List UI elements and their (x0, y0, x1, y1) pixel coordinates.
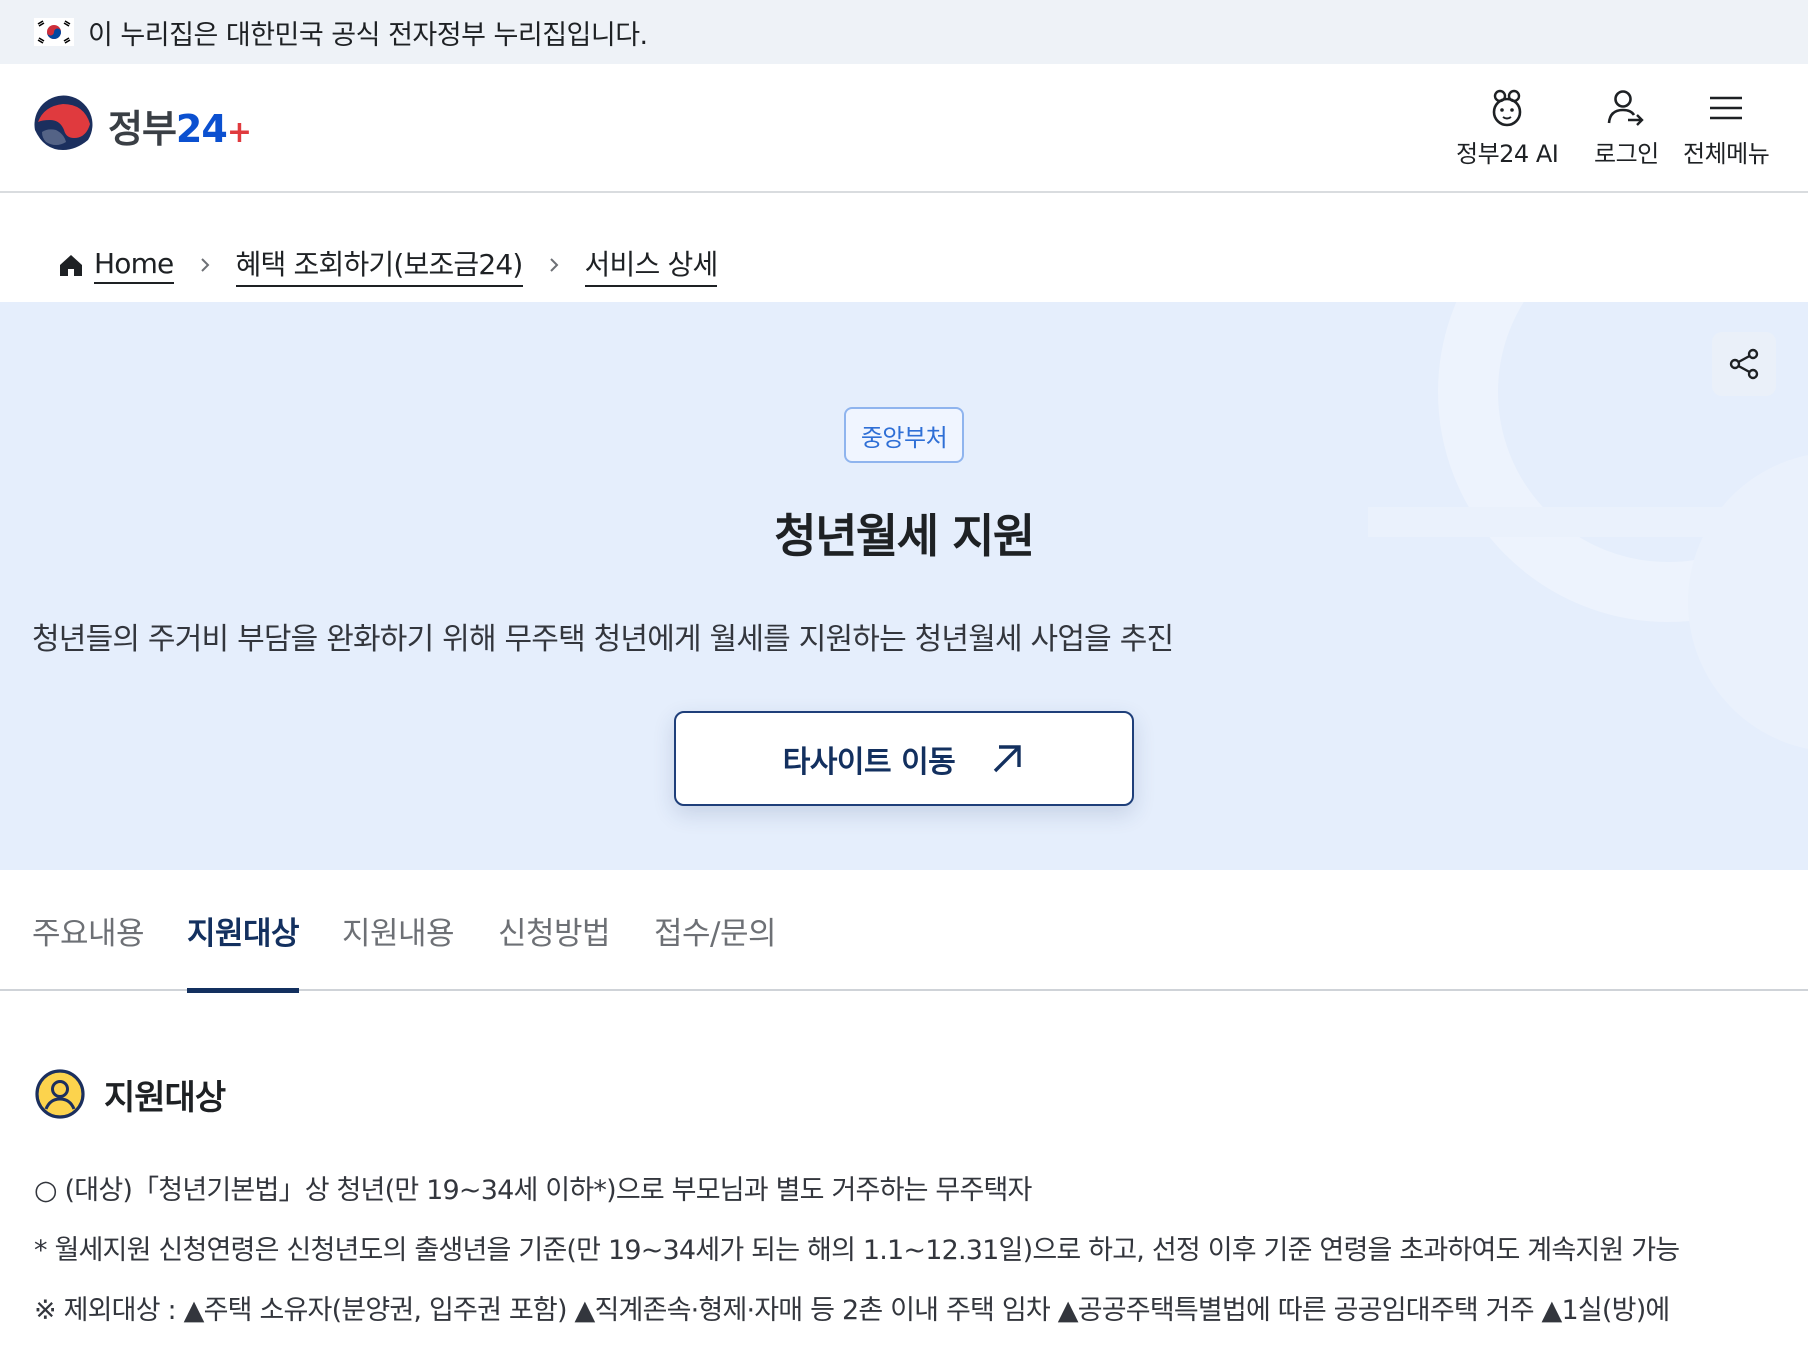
service-title: 청년월세 지원 (774, 509, 1035, 563)
breadcrumb-home[interactable]: Home (94, 247, 174, 284)
logo-text: 정부24+ (108, 106, 252, 151)
share-button[interactable] (1712, 332, 1776, 396)
breadcrumb-benefits[interactable]: 혜택 조회하기(보조금24) (235, 243, 523, 287)
eligibility-line: * 월세지원 신청연령은 신청년도의 출생년을 기준(만 19~34세가 되는 … (34, 1235, 1680, 1266)
all-menu-label: 전체메뉴 (1683, 140, 1770, 168)
detail-tabs: 주요내용 지원대상 지원내용 신청방법 접수/문의 (0, 870, 1808, 993)
tab-eligibility[interactable]: 지원대상 (187, 870, 300, 993)
breadcrumb-service-detail[interactable]: 서비스 상세 (584, 243, 718, 287)
eligibility-line: ○ (대상)「청년기본법」상 청년(만 19~34세 이하*)으로 부모님과 별… (34, 1175, 1032, 1206)
gov-banner: 이 누리집은 대한민국 공식 전자정부 누리집입니다. (0, 0, 1808, 64)
home-icon (60, 255, 82, 276)
external-site-button-label: 타사이트 이동 (782, 744, 956, 780)
service-description: 청년들의 주거비 부담을 완화하기 위해 무주택 청년에게 월세를 지원하는 청… (32, 622, 1174, 657)
tab-how-to-apply[interactable]: 신청방법 (498, 870, 611, 991)
agency-badge: 중앙부처 (844, 407, 964, 463)
site-header: 정부24+ 정부24 AI 로그인 전체메뉴 (0, 64, 1808, 193)
eligibility-line: ※ 제외대상 : ▲주택 소유자(분양권, 입주권 포함) ▲직계존속·형제·자… (34, 1295, 1670, 1326)
external-site-button[interactable]: 타사이트 이동 (674, 711, 1134, 806)
taegeuk-emblem-icon (32, 94, 94, 156)
ai-button-label: 정부24 AI (1456, 140, 1559, 168)
section-header: 지원대상 (34, 1068, 226, 1120)
user-login-icon (1608, 90, 1645, 126)
ai-mascot-icon (1492, 89, 1522, 127)
all-menu-button[interactable]: 전체메뉴 (1683, 88, 1770, 169)
korean-flag-icon (34, 18, 74, 46)
login-button-label: 로그인 (1594, 140, 1659, 168)
login-button[interactable]: 로그인 (1594, 88, 1659, 169)
tab-main-content[interactable]: 주요내용 (32, 870, 145, 991)
chevron-right-icon (549, 258, 558, 272)
chevron-right-icon (200, 258, 209, 272)
ai-button[interactable]: 정부24 AI (1456, 88, 1559, 169)
gov-banner-text: 이 누리집은 대한민국 공식 전자정부 누리집입니다. (88, 19, 648, 51)
arrow-up-right-icon (994, 744, 1021, 772)
share-icon (1729, 348, 1759, 380)
section-title: 지원대상 (104, 1077, 226, 1118)
tab-support-content[interactable]: 지원내용 (342, 870, 455, 991)
user-circle-icon (35, 1069, 85, 1119)
hamburger-menu-icon (1710, 96, 1743, 120)
breadcrumb: Home 혜택 조회하기(보조금24) 서비스 상세 (58, 240, 718, 290)
tab-reception-inquiry[interactable]: 접수/문의 (654, 870, 777, 991)
gov24-logo[interactable]: 정부24+ (30, 92, 252, 158)
